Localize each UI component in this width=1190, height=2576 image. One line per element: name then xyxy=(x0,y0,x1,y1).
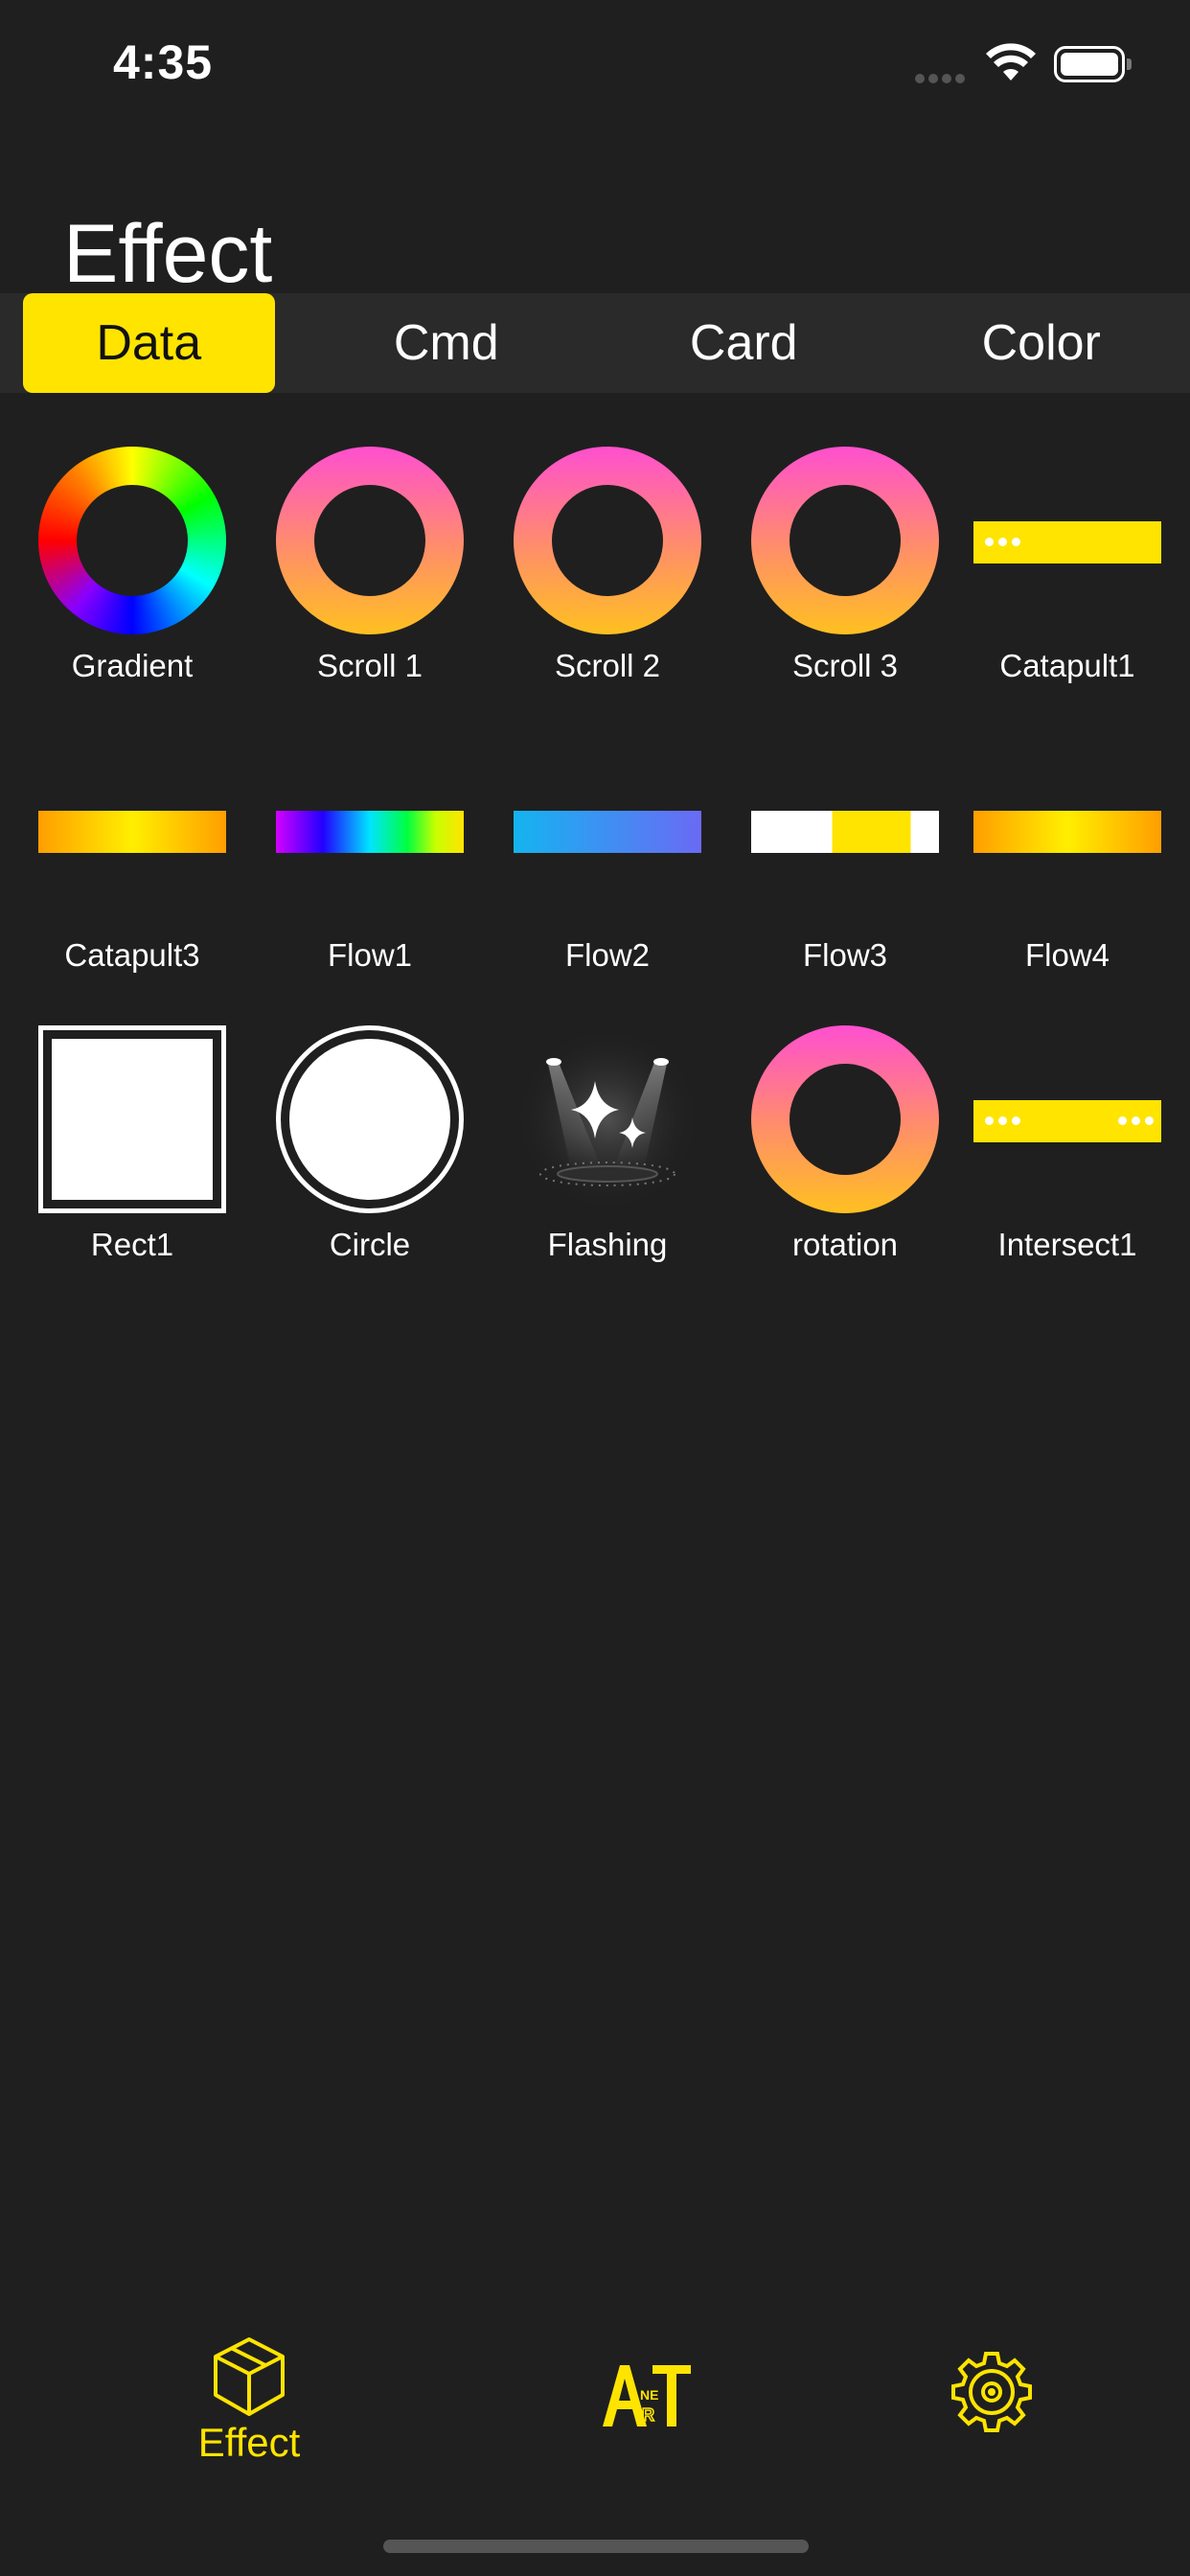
svg-text:NE: NE xyxy=(640,2387,658,2403)
effect-label: Flow1 xyxy=(327,937,413,973)
effect-catapult3[interactable]: Catapult3 xyxy=(13,736,251,974)
yellow-bar-dots-icon xyxy=(973,521,1161,564)
white-yellow-bar-icon xyxy=(751,811,939,853)
effect-rect1[interactable]: Rect1 xyxy=(13,1025,251,1263)
cube-icon xyxy=(214,2337,285,2416)
orange-gradient-bar-icon xyxy=(38,811,226,853)
effect-rotation[interactable]: rotation xyxy=(726,1025,964,1263)
effect-label: Circle xyxy=(329,1227,411,1262)
gradient-ring-icon xyxy=(751,1025,939,1213)
nav-effect[interactable]: Effect xyxy=(182,2334,316,2466)
effect-label: rotation xyxy=(791,1227,899,1262)
tab-bar: Data Cmd Card Color xyxy=(0,293,1190,393)
effect-label: Catapult1 xyxy=(999,648,1135,683)
blue-gradient-bar-icon xyxy=(514,811,701,853)
effect-flow3[interactable]: Flow3 xyxy=(726,736,964,974)
tab-card[interactable]: Card xyxy=(595,293,893,393)
effect-intersect1[interactable]: Intersect1 xyxy=(949,1025,1186,1263)
effect-catapult1[interactable]: Catapult1 xyxy=(949,447,1186,684)
tab-color[interactable]: Color xyxy=(893,293,1190,393)
effect-label: Scroll 3 xyxy=(791,648,899,683)
tab-data[interactable]: Data xyxy=(0,293,298,393)
yellow-bar-dots-both-icon xyxy=(973,1100,1161,1142)
page-title: Effect xyxy=(63,207,273,300)
bottom-nav: Effect NE R xyxy=(0,2319,1190,2492)
effect-label: Flow2 xyxy=(564,937,651,973)
battery-icon xyxy=(1054,46,1132,82)
status-time: 4:35 xyxy=(113,35,214,89)
status-bar: 4:35 xyxy=(0,0,1190,134)
nav-effect-label: Effect xyxy=(197,2420,301,2465)
tab-cmd[interactable]: Cmd xyxy=(298,293,596,393)
svg-text:R: R xyxy=(642,2405,654,2425)
rainbow-bar-icon xyxy=(276,811,464,853)
rainbow-ring-icon xyxy=(38,447,226,634)
effect-scroll-3[interactable]: Scroll 3 xyxy=(726,447,964,684)
circle-icon xyxy=(276,1025,464,1213)
wifi-icon xyxy=(986,43,1036,80)
effect-label: Flow3 xyxy=(802,937,888,973)
cellular-signal-icon xyxy=(915,71,969,88)
effect-flashing[interactable]: Flashing xyxy=(489,1025,726,1263)
effect-scroll-1[interactable]: Scroll 1 xyxy=(251,447,489,684)
effect-circle[interactable]: Circle xyxy=(251,1025,489,1263)
gradient-ring-icon xyxy=(276,447,464,634)
spotlight-sparkle-icon xyxy=(514,1025,701,1213)
effect-label: Flow4 xyxy=(1024,937,1110,973)
nav-settings[interactable] xyxy=(944,2348,1040,2445)
gradient-ring-icon xyxy=(751,447,939,634)
effect-label: Flashing xyxy=(547,1227,668,1262)
orange-gradient-bar-icon xyxy=(973,811,1161,853)
effect-label: Rect1 xyxy=(90,1227,174,1262)
square-icon xyxy=(38,1025,226,1213)
effect-label: Catapult3 xyxy=(64,937,200,973)
effect-scroll-2[interactable]: Scroll 2 xyxy=(489,447,726,684)
effect-gradient[interactable]: Gradient xyxy=(13,447,251,684)
effect-label: Scroll 2 xyxy=(554,648,661,683)
gear-icon xyxy=(951,2352,1032,2432)
home-indicator xyxy=(383,2540,809,2553)
effect-label: Scroll 1 xyxy=(316,648,423,683)
effect-flow4[interactable]: Flow4 xyxy=(949,736,1186,974)
effect-flow2[interactable]: Flow2 xyxy=(489,736,726,974)
effect-label: Gradient xyxy=(71,648,194,683)
gradient-ring-icon xyxy=(514,447,701,634)
effect-label: Intersect1 xyxy=(997,1227,1137,1262)
nav-art[interactable]: NE R xyxy=(594,2358,699,2439)
effect-flow1[interactable]: Flow1 xyxy=(251,736,489,974)
art-icon: NE R xyxy=(603,2365,691,2426)
